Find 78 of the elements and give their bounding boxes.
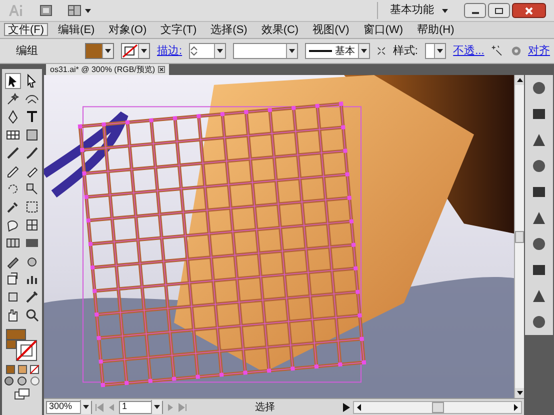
stepper-icon [190, 45, 198, 57]
minimize-button[interactable] [464, 3, 486, 18]
opacity-link[interactable]: 不透... [453, 42, 484, 60]
free-transform-icon[interactable] [24, 199, 40, 215]
menu-item[interactable]: 窗口(W) [359, 23, 407, 36]
zoom-dropdown[interactable]: 300% [46, 400, 92, 414]
caret-icon [154, 405, 160, 409]
stroke-none-swatch[interactable] [16, 340, 37, 361]
dropdown-button[interactable] [138, 44, 149, 58]
style-label: 样式: [392, 44, 418, 59]
selection-label: 编组 [16, 44, 38, 59]
menu-item[interactable]: 帮助(H) [413, 23, 458, 36]
artboard-dropdown[interactable]: 1 [119, 400, 163, 414]
dropdown-button[interactable] [102, 44, 113, 58]
brush-icon[interactable] [4, 145, 20, 161]
brush-dropdown[interactable]: 基本 [304, 43, 370, 59]
fill-swatch[interactable] [85, 43, 114, 59]
slice-icon[interactable] [4, 271, 20, 287]
scroll-up-button[interactable] [515, 75, 525, 85]
gradient-mode-button[interactable] [18, 365, 26, 374]
menu-item[interactable]: 效果(C) [257, 23, 303, 36]
workspace-switcher[interactable]: 基本功能 [377, 2, 448, 19]
recolor-icon[interactable] [510, 45, 521, 57]
menu-item[interactable]: 选择(S) [206, 23, 252, 36]
stroke-link[interactable]: 描边: [157, 42, 182, 60]
dropdown-button[interactable] [358, 44, 370, 58]
close-icon [525, 6, 533, 14]
dropdown-button[interactable] [214, 44, 225, 58]
caret-icon [442, 8, 448, 12]
caret-icon [141, 49, 147, 53]
align-link[interactable]: 对齐 [528, 42, 550, 60]
expand-icon[interactable] [377, 46, 386, 56]
menu-item[interactable]: 编辑(E) [54, 23, 99, 36]
bridge-icon[interactable] [40, 5, 52, 16]
pencil-icon[interactable] [24, 145, 40, 161]
caret-icon [85, 8, 91, 12]
caret-icon [288, 49, 295, 53]
dropdown-button[interactable] [80, 400, 91, 414]
scroll-down-button[interactable] [515, 388, 525, 398]
screen-mode-icon[interactable] [14, 388, 30, 400]
no-color-button[interactable] [30, 365, 38, 374]
caret-icon [361, 49, 368, 53]
no-stroke-icon [122, 44, 138, 58]
dropdown-button[interactable] [286, 44, 297, 58]
dropdown-button[interactable] [434, 44, 446, 58]
caret-icon [83, 405, 89, 409]
layout-icon[interactable] [68, 5, 81, 16]
menu-item[interactable]: 文字(T) [156, 23, 201, 36]
scroll-thumb[interactable] [515, 230, 524, 242]
document-title: os31.ai* @ 300% (RGB/预览) [50, 66, 156, 74]
caret-icon [105, 49, 111, 53]
caret-icon [216, 49, 223, 53]
graph-icon[interactable] [24, 217, 40, 233]
draw-normal-icon[interactable] [4, 376, 14, 386]
menu-item[interactable]: 对象(O) [104, 23, 151, 36]
knife-icon[interactable] [24, 289, 40, 305]
rectangle-icon[interactable] [24, 127, 40, 143]
draw-behind-icon[interactable] [17, 376, 27, 386]
current-tool-label: 选择 [254, 400, 276, 414]
stroke-swatch[interactable] [121, 43, 150, 59]
menu-item[interactable]: 文件(F) [4, 23, 48, 36]
app-logo-icon [8, 4, 24, 17]
draw-inside-icon[interactable] [30, 376, 40, 386]
scroll-thumb[interactable] [432, 402, 444, 412]
caret-icon [437, 49, 444, 53]
menu-item[interactable]: 视图(V) [308, 23, 354, 36]
play-arrow-icon[interactable] [343, 402, 350, 412]
sparkle-cursor-icon[interactable] [491, 44, 504, 58]
close-button[interactable] [512, 3, 546, 18]
document-tab[interactable]: os31.ai* @ 300% (RGB/预览) [46, 64, 170, 75]
zoom-icon[interactable] [24, 307, 40, 323]
close-tab-icon[interactable] [158, 66, 166, 73]
stroke-weight-field[interactable] [189, 43, 226, 59]
dropdown-button[interactable] [151, 400, 162, 414]
style-dropdown[interactable] [424, 43, 446, 59]
scale-icon[interactable] [24, 181, 40, 197]
color-mode-button[interactable] [6, 365, 14, 374]
maximize-button[interactable] [488, 3, 510, 18]
